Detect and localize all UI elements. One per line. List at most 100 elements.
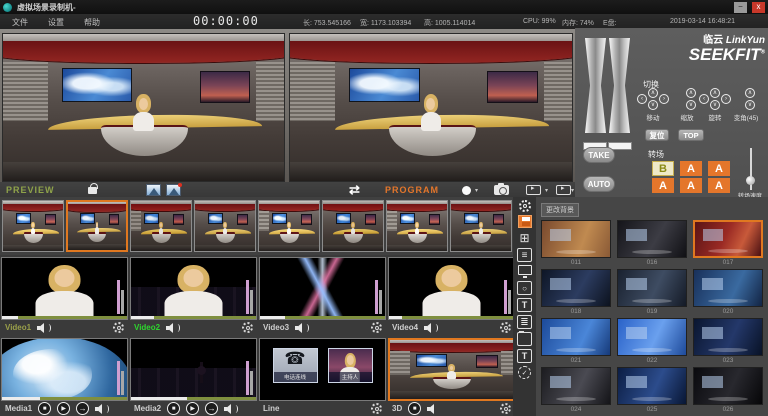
display-output-icon[interactable] bbox=[556, 185, 571, 195]
move-right-button[interactable] bbox=[659, 94, 669, 104]
save-icon[interactable] bbox=[518, 215, 532, 228]
gear-icon[interactable] bbox=[371, 403, 382, 414]
stop-button[interactable] bbox=[408, 402, 421, 415]
transition-speed-slider[interactable] bbox=[746, 148, 756, 190]
slider-knob[interactable] bbox=[746, 176, 755, 185]
rotate-right-button[interactable] bbox=[721, 94, 731, 104]
angle-up-button[interactable] bbox=[745, 88, 755, 98]
stop-button[interactable] bbox=[167, 402, 180, 415]
folder-icon[interactable] bbox=[517, 332, 532, 346]
lock-icon[interactable] bbox=[88, 187, 97, 194]
gear-icon[interactable] bbox=[500, 403, 511, 414]
move-up-button[interactable] bbox=[648, 88, 658, 98]
play-button[interactable] bbox=[186, 402, 199, 415]
layers-icon[interactable] bbox=[517, 315, 532, 329]
stop-button[interactable] bbox=[38, 402, 51, 415]
change-background-tab[interactable]: 更改背景 bbox=[541, 203, 579, 217]
speaker-icon[interactable] bbox=[295, 323, 309, 333]
angle-thumb-7[interactable] bbox=[386, 200, 448, 252]
stream-dropdown-icon[interactable] bbox=[545, 187, 548, 194]
transition-b-button[interactable]: B bbox=[652, 161, 674, 176]
gear-icon[interactable] bbox=[242, 322, 253, 333]
image-layer-alert-icon[interactable] bbox=[166, 184, 181, 196]
rotate-up-button[interactable] bbox=[710, 88, 720, 98]
next-button[interactable] bbox=[205, 402, 218, 415]
angle-thumb-2-selected[interactable] bbox=[66, 200, 128, 252]
playlist-icon[interactable] bbox=[517, 248, 532, 262]
angle-thumb-5[interactable] bbox=[258, 200, 320, 252]
progress-bar[interactable] bbox=[2, 397, 127, 400]
video2-viewport[interactable] bbox=[130, 257, 257, 320]
line-viewport[interactable]: ☎ 电话连线 主持人 bbox=[259, 338, 386, 401]
transition-a5-button[interactable]: A bbox=[680, 178, 702, 193]
speaker-icon[interactable] bbox=[37, 323, 51, 333]
stamp-icon[interactable] bbox=[518, 366, 531, 379]
speaker-muted-icon[interactable] bbox=[427, 404, 441, 414]
t-bar-fader[interactable] bbox=[583, 38, 633, 142]
play-button[interactable] bbox=[57, 402, 70, 415]
angle-thumb-8[interactable] bbox=[450, 200, 512, 252]
angle-thumb-6[interactable] bbox=[322, 200, 384, 252]
scene-thumb[interactable]: 026 bbox=[693, 367, 763, 414]
scene-thumb[interactable]: 016 bbox=[617, 220, 687, 267]
preview-monitor[interactable] bbox=[2, 33, 285, 182]
angle-thumb-4[interactable] bbox=[194, 200, 256, 252]
angle-down-button[interactable] bbox=[745, 100, 755, 110]
display-dropdown-icon[interactable] bbox=[571, 187, 574, 194]
rotate-down-button[interactable] bbox=[710, 100, 720, 110]
gear-icon[interactable] bbox=[371, 322, 382, 333]
record-icon[interactable] bbox=[462, 186, 471, 195]
source-media2[interactable]: Media2 bbox=[130, 338, 257, 416]
source-video2[interactable]: Video2 bbox=[130, 257, 257, 335]
progress-bar[interactable] bbox=[131, 316, 256, 319]
stream-output-icon[interactable] bbox=[526, 185, 541, 195]
menu-help[interactable]: 帮助 bbox=[84, 17, 100, 28]
transition-a4-button[interactable]: A bbox=[652, 178, 674, 193]
host-connection-tile[interactable]: 主持人 bbox=[328, 348, 373, 383]
scene-thumb[interactable]: 011 bbox=[541, 220, 611, 267]
record-dropdown-icon[interactable] bbox=[475, 187, 478, 194]
speaker-icon[interactable] bbox=[424, 323, 438, 333]
angle-thumb-3[interactable] bbox=[130, 200, 192, 252]
snapshot-camera-icon[interactable] bbox=[494, 185, 509, 195]
scene-thumb[interactable]: 018 bbox=[541, 269, 611, 316]
next-button[interactable] bbox=[76, 402, 89, 415]
source-video4[interactable]: Video4 bbox=[388, 257, 515, 335]
scene-thumb[interactable]: 023 bbox=[693, 318, 763, 365]
image-layer-icon[interactable] bbox=[146, 184, 161, 196]
settings-gear-icon[interactable] bbox=[519, 200, 531, 212]
gear-icon[interactable] bbox=[500, 322, 511, 333]
source-video3[interactable]: Video3 bbox=[259, 257, 386, 335]
progress-bar[interactable] bbox=[260, 316, 385, 319]
scene-thumb-selected[interactable]: 017 bbox=[693, 220, 763, 267]
media2-viewport[interactable] bbox=[130, 338, 257, 401]
rotate-left-button[interactable] bbox=[699, 94, 709, 104]
add-layout-icon[interactable] bbox=[517, 231, 532, 245]
media1-viewport[interactable] bbox=[1, 338, 128, 401]
video3-viewport[interactable] bbox=[259, 257, 386, 320]
subtitle-text-icon[interactable] bbox=[517, 298, 532, 312]
video4-viewport[interactable] bbox=[388, 257, 515, 320]
text-tool-icon[interactable] bbox=[517, 349, 532, 363]
auto-button[interactable]: AUTO bbox=[583, 176, 615, 192]
scene-thumb[interactable]: 021 bbox=[541, 318, 611, 365]
scene-thumb[interactable]: 020 bbox=[693, 269, 763, 316]
progress-bar[interactable] bbox=[131, 397, 256, 400]
scene-thumb[interactable]: 025 bbox=[617, 367, 687, 414]
phone-connection-tile[interactable]: ☎ 电话连线 bbox=[273, 348, 318, 383]
angle-thumb-1[interactable] bbox=[2, 200, 64, 252]
zoom-in-button[interactable] bbox=[686, 88, 696, 98]
speaker-icon[interactable] bbox=[224, 404, 238, 414]
move-left-button[interactable] bbox=[637, 94, 647, 104]
reset-button[interactable]: 复位 bbox=[645, 129, 669, 141]
menu-file[interactable]: 文件 bbox=[12, 17, 28, 28]
transition-a6-button[interactable]: A bbox=[708, 178, 730, 193]
video1-viewport[interactable] bbox=[1, 257, 128, 320]
progress-bar[interactable] bbox=[2, 316, 127, 319]
source-3d-scene[interactable]: 3D bbox=[388, 338, 515, 416]
transition-a2-button[interactable]: A bbox=[680, 161, 702, 176]
scene-thumb[interactable]: 024 bbox=[541, 367, 611, 414]
program-monitor[interactable] bbox=[289, 33, 573, 182]
source-line[interactable]: ☎ 电话连线 主持人 Line bbox=[259, 338, 386, 416]
scene3d-viewport[interactable] bbox=[388, 338, 515, 401]
